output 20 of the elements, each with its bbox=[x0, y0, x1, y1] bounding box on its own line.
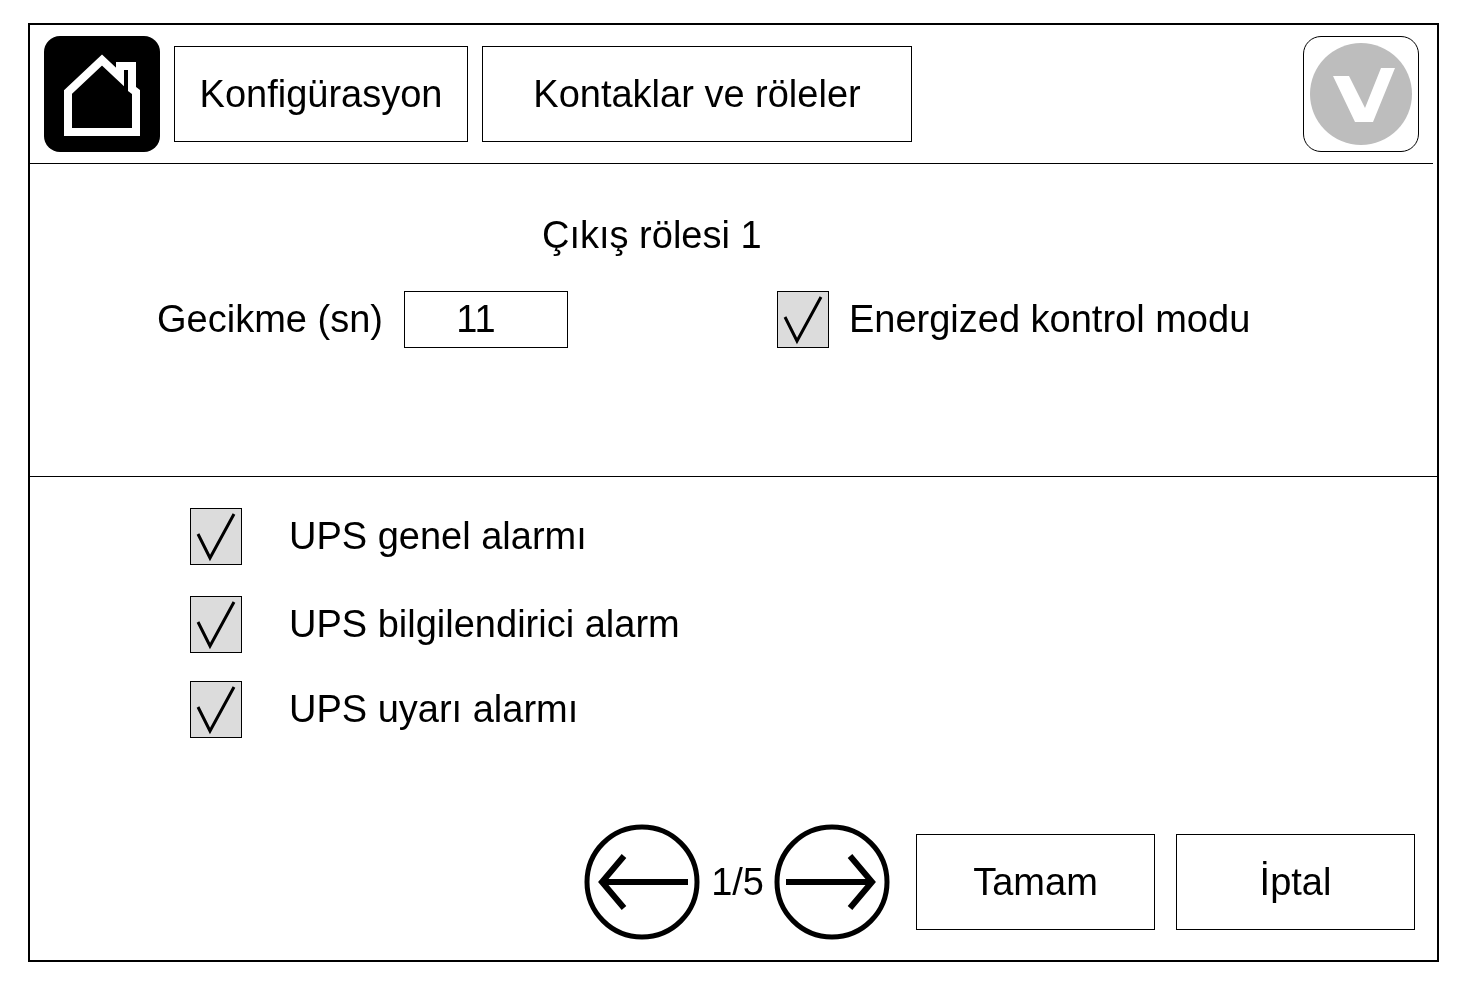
confirm-button[interactable] bbox=[1303, 36, 1419, 152]
page-indicator: 1/5 bbox=[711, 860, 764, 904]
cancel-button[interactable]: İptal bbox=[1176, 834, 1415, 930]
tab[interactable]: Konfigürasyon bbox=[174, 46, 468, 142]
previous-button[interactable] bbox=[584, 824, 701, 940]
tab[interactable]: Kontaklar ve röleler bbox=[482, 46, 912, 142]
ok-button[interactable]: Tamam bbox=[916, 834, 1155, 930]
checkbox-label: UPS uyarı alarmı bbox=[289, 688, 579, 731]
checkbox[interactable] bbox=[190, 508, 242, 565]
home-button[interactable] bbox=[44, 36, 160, 152]
checkbox-label: Energized kontrol modu bbox=[848, 298, 1251, 341]
checkbox[interactable] bbox=[190, 681, 242, 738]
checkbox-label: UPS genel alarmı bbox=[289, 515, 587, 558]
field-label: Gecikme (sn) bbox=[157, 298, 383, 341]
delay-field[interactable]: 11 bbox=[403, 291, 568, 348]
checkbox[interactable] bbox=[776, 291, 829, 348]
section-title: Çıkış rölesi 1 bbox=[542, 214, 762, 257]
next-button[interactable] bbox=[774, 824, 890, 940]
checkbox-label: UPS bilgilendirici alarm bbox=[289, 603, 680, 646]
checkbox[interactable] bbox=[190, 596, 242, 653]
